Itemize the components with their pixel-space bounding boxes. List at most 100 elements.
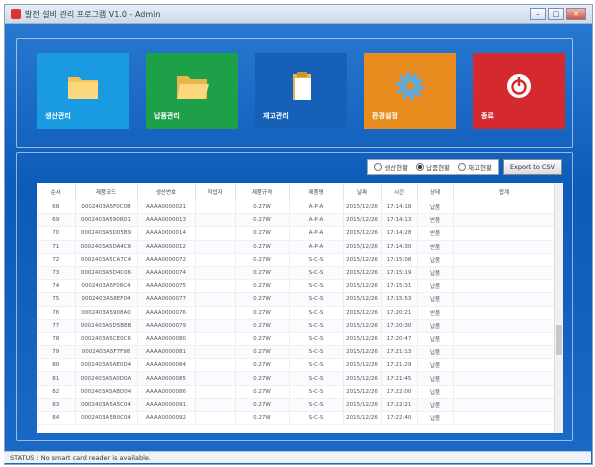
table-cell: AAAA0000014 <box>137 226 196 241</box>
radio-dot <box>458 163 467 171</box>
table-cell: 2015/12/26 <box>343 292 382 307</box>
table-row[interactable]: 68 0002403A5F0C08 AAAA0000021 0.27W A-P-A 201… <box>37 201 556 215</box>
tile-settings[interactable]: 환경설정 <box>364 53 456 129</box>
column-header[interactable]: 생산번호 <box>137 183 196 201</box>
radio-delivery[interactable]: 납품현황 <box>416 162 450 172</box>
table-cell: 17:15:31 <box>381 279 418 294</box>
table-row[interactable]: 70 0002403A5D05B9 AAAA0000014 0.27W A-P-A 201… <box>37 226 556 241</box>
table-cell: 78 <box>37 332 76 347</box>
menu-panel: 생산관리 납품관리 재고관리 환경설정 종료 <box>16 38 573 148</box>
table-row[interactable]: 79 0002403A5F7F98 AAAA0000081 0.27W S-C-S 201… <box>37 345 556 360</box>
maximize-icon[interactable]: □ <box>548 8 564 20</box>
vertical-scrollbar[interactable] <box>554 183 563 433</box>
table-cell: 납품 <box>417 398 454 413</box>
table-row[interactable]: 84 0002403A5B0C04 AAAA0000092 0.27W S-C-S 201… <box>37 411 556 426</box>
table-cell: S-C-S <box>289 345 344 360</box>
scroll-thumb[interactable] <box>556 325 562 355</box>
table-cell <box>453 226 556 241</box>
table-row[interactable]: 77 0002403A5D5B8B AAAA0000079 0.27W S-C-S 201… <box>37 319 556 333</box>
table-row[interactable]: 82 0002403A5ABD04 AAAA0000086 0.27W S-C-S 201… <box>37 385 556 399</box>
table-cell: S-C-S <box>289 385 344 399</box>
minimize-icon[interactable]: – <box>530 8 546 20</box>
table-cell: 2015/12/26 <box>343 398 382 413</box>
table-cell <box>195 253 236 267</box>
table-cell: 17:21:29 <box>381 358 418 373</box>
table-cell: 73 <box>37 266 76 281</box>
column-header[interactable]: 제품규격 <box>235 183 290 201</box>
table-row[interactable]: 81 0002403A5A0D0A AAAA0000085 0.27W S-C-S 201… <box>37 371 556 386</box>
radio-dot <box>374 163 383 171</box>
column-header[interactable]: 순서 <box>37 183 76 201</box>
table-cell: S-C-S <box>289 266 344 281</box>
table-row[interactable]: 69 0002403A5908D1 AAAA0000013 0.27W A-P-A 201… <box>37 213 556 228</box>
radio-production[interactable]: 생산현황 <box>374 162 408 172</box>
table-cell: 2015/12/26 <box>343 371 382 386</box>
table-cell: 0002403A5D05B9 <box>75 226 138 241</box>
table-cell: 0.27W <box>235 292 290 307</box>
table-row[interactable]: 73 0002403A5D4C06 AAAA0000074 0.27W S-C-S 201… <box>37 266 556 281</box>
table-row[interactable]: 78 0002403A5CE0C6 AAAA0000080 0.27W S-C-S 201… <box>37 332 556 347</box>
table-cell: AAAA0000075 <box>137 279 196 294</box>
table-cell: 68 <box>37 201 76 215</box>
tile-exit[interactable]: 종료 <box>473 53 565 129</box>
table-row[interactable]: 75 0002403A58EF04 AAAA0000077 0.27W S-C-S 201… <box>37 292 556 307</box>
table-cell: 17:20:21 <box>381 306 418 320</box>
table-cell <box>453 345 556 360</box>
table-row[interactable]: 80 0002403A5AE0D4 AAAA0000084 0.27W S-C-S 201… <box>37 358 556 373</box>
table-cell: 83 <box>37 398 76 413</box>
table-cell: 0.27W <box>235 398 290 413</box>
table-cell <box>453 319 556 333</box>
column-header[interactable]: 작업자 <box>195 183 236 201</box>
table-cell <box>453 266 556 281</box>
table-cell: 17:15:53 <box>381 292 418 307</box>
table-cell: 70 <box>37 226 76 241</box>
table-row[interactable]: 74 0002403A5F06C4 AAAA0000075 0.27W S-C-S 201… <box>37 279 556 294</box>
table-row[interactable]: 72 0002403A5CA7C4 AAAA0000072 0.27W S-C-S 201… <box>37 253 556 267</box>
column-header[interactable]: 제품명 <box>289 183 344 201</box>
tile-delivery[interactable]: 납품관리 <box>146 53 238 129</box>
tile-inventory[interactable]: 재고관리 <box>255 53 347 129</box>
table-cell: 0002403A58EF04 <box>75 292 138 307</box>
table-cell: 79 <box>37 345 76 360</box>
table-row[interactable]: 76 0002403A5908A0 AAAA0000076 0.27W S-C-S 201… <box>37 306 556 320</box>
table-cell: AAAA0000091 <box>137 398 196 413</box>
table-row[interactable]: 71 0002403A5DA4C6 AAAA0000012 0.27W A-P-A 201… <box>37 240 556 254</box>
table-cell: A-P-A <box>289 226 344 241</box>
table-cell: S-C-S <box>289 411 344 426</box>
table-cell: S-C-S <box>289 398 344 413</box>
column-header[interactable]: 시간 <box>381 183 418 201</box>
table-cell: 반품 <box>417 306 454 320</box>
table-cell: 0002403A5D5B8B <box>75 319 138 333</box>
table-cell: S-C-S <box>289 319 344 333</box>
radio-inventory[interactable]: 재고현황 <box>458 162 492 172</box>
table-cell: 17:15:19 <box>381 266 418 281</box>
table-cell <box>195 279 236 294</box>
close-icon[interactable]: ✕ <box>566 8 586 20</box>
table-cell: 0002403A5A0D0A <box>75 371 138 386</box>
tile-production[interactable]: 생산관리 <box>37 53 129 129</box>
data-panel: 생산현황 납품현황 재고현황 Export to CSV 순서 제품코드 생산번호 작… <box>16 152 573 441</box>
table-cell: 71 <box>37 240 76 254</box>
table-cell <box>195 213 236 228</box>
table-cell: 2015/12/26 <box>343 201 382 215</box>
table-cell: AAAA0000012 <box>137 240 196 254</box>
table-cell: 0002403A5ABD04 <box>75 385 138 399</box>
table-cell: AAAA0000072 <box>137 253 196 267</box>
table-cell: 69 <box>37 213 76 228</box>
table-cell: 2015/12/26 <box>343 240 382 254</box>
table-cell: 납품 <box>417 319 454 333</box>
table-cell: 0.27W <box>235 226 290 241</box>
table-cell: 납품 <box>417 358 454 373</box>
export-csv-button[interactable]: Export to CSV <box>502 159 562 175</box>
table-cell: AAAA0000074 <box>137 266 196 281</box>
table-cell <box>453 332 556 347</box>
table-cell: 17:21:45 <box>381 371 418 386</box>
column-header[interactable]: 제품코드 <box>75 183 138 201</box>
table-cell: 납품 <box>417 266 454 281</box>
column-header[interactable]: 상태 <box>417 183 454 201</box>
tile-label: 생산관리 <box>45 112 71 120</box>
column-header[interactable]: 날짜 <box>343 183 382 201</box>
column-header[interactable]: 합계 <box>453 183 556 201</box>
folder-icon <box>68 77 98 99</box>
table-row[interactable]: 83 0002403A5A5C04 AAAA0000091 0.27W S-C-S 201… <box>37 398 556 413</box>
